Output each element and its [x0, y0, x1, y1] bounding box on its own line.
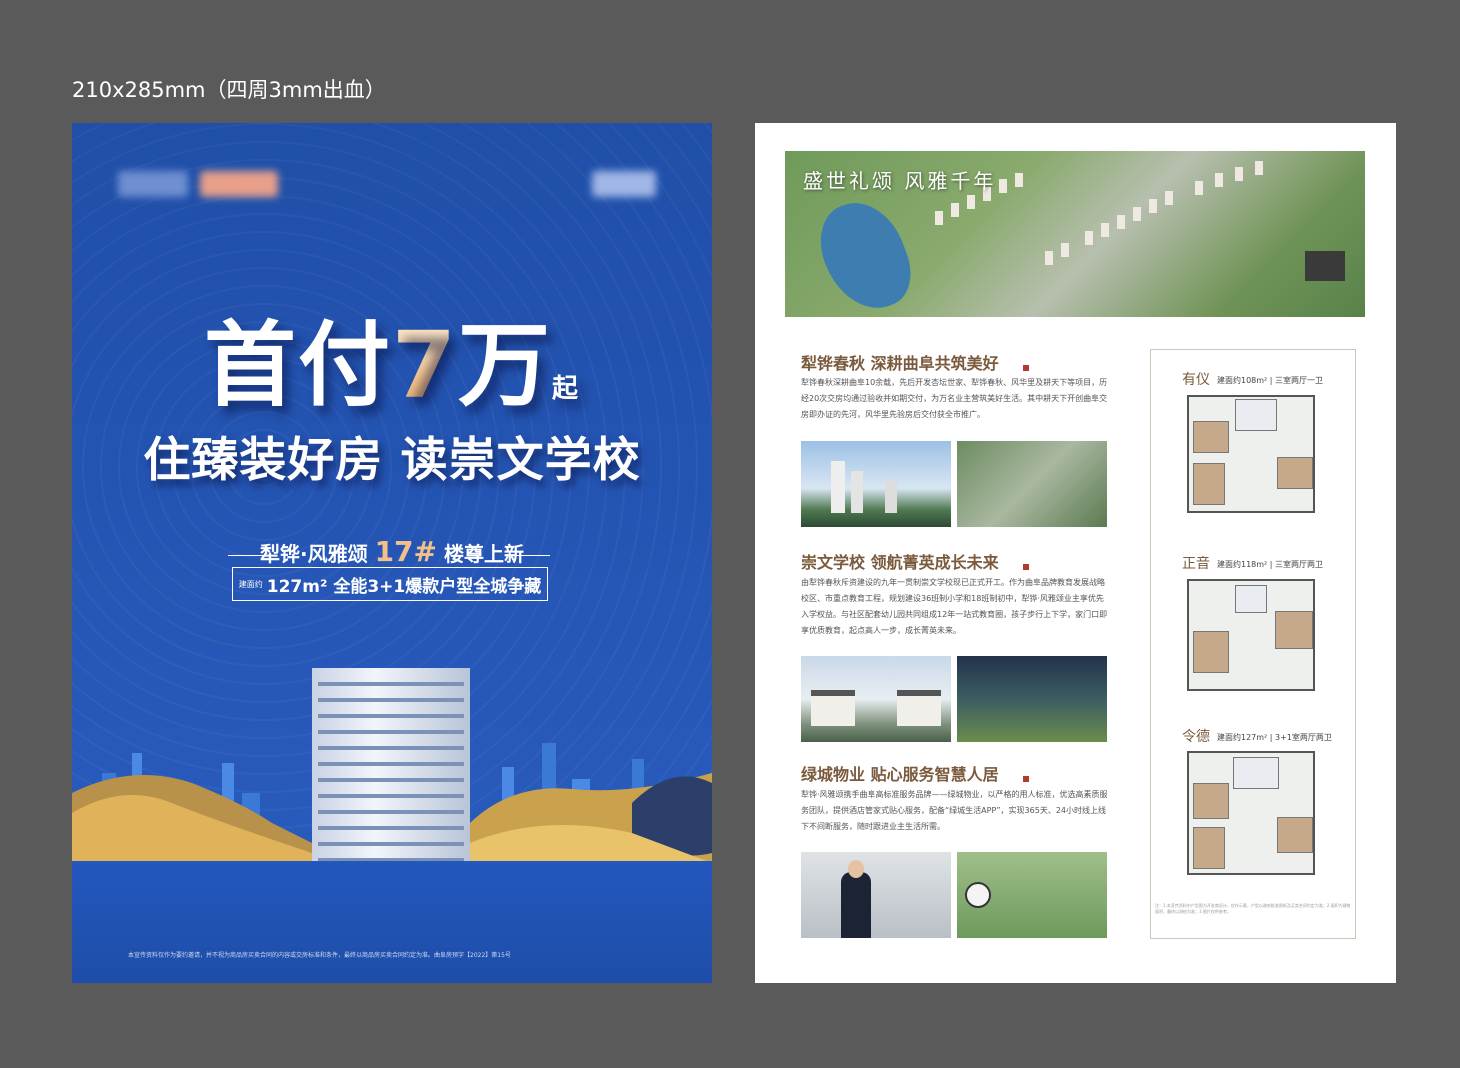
floorplan-spec-2: 建面约118m² | 三室两厅两卫 [1217, 560, 1324, 569]
floorplan-name-3: 令德 [1182, 729, 1210, 745]
photo-security-guard [801, 852, 951, 938]
tagline: 住臻装好房 读崇文学校 [143, 433, 641, 488]
photo-community-aerial [957, 441, 1107, 527]
section-body-developer: 犁铧春秋深耕曲阜10余载，先后开发杏坛世家、犁铧春秋、风华里及耕天下等项目，历经… [801, 378, 1108, 419]
floorplan-drawing-1 [1187, 395, 1315, 513]
area-tag: 建面约 [238, 579, 263, 589]
sub-headline-part2: 楼尊上新 [443, 542, 524, 566]
headline-number: 7 [391, 312, 458, 419]
seal-mark [1023, 768, 1057, 782]
section-body-property: 犁铧·风雅颂携手曲阜高标准服务品牌——绿城物业，以严格的用人标准，优选高素质服务… [801, 790, 1108, 831]
seal-mark [1023, 556, 1057, 570]
headline-main: 首付7万起 [72, 291, 712, 424]
section-title-school: 崇文学校 领航菁英成长未来 [801, 553, 999, 572]
sub-headline-building: 17# [374, 535, 438, 568]
floorplan-name-1: 有仪 [1182, 372, 1210, 388]
headline-unit: 万 [458, 312, 553, 419]
photo-security-camera [957, 852, 1107, 938]
golden-mountains-illustration [72, 773, 712, 863]
unit-promo-text: 127m² 全能3+1爆款户型全城争藏 [266, 576, 542, 597]
unit-promo-box: 建面约 127m² 全能3+1爆款户型全城争藏 [232, 567, 548, 601]
floorplan-footnote: 注：1.本宣传资料中户型图为开发商设计，仅作示意，户型以政府批准图纸及买卖合同约… [1155, 903, 1351, 914]
partner-logo [200, 171, 278, 197]
photo-school-aerial-night [957, 656, 1107, 742]
floorplan-drawing-2 [1187, 579, 1315, 691]
floorplan-drawing-3 [1187, 751, 1315, 875]
spec-label: 210x285mm（四周3mm出血） [72, 78, 386, 102]
section-title-property: 绿城物业 贴心服务智慧人居 [801, 765, 999, 784]
base-band [72, 861, 712, 983]
floorplan-spec-1: 建面约108m² | 三室两厅一卫 [1217, 376, 1324, 385]
aerial-banner-image: 盛世礼颂 风雅千年 [785, 151, 1365, 317]
flyer-back: 盛世礼颂 风雅千年 犁铧春秋 深耕曲阜共筑美好 犁铧春秋深耕曲阜10余载，先后开… [755, 123, 1396, 983]
section-title-developer: 犁铧春秋 深耕曲阜共筑美好 [801, 354, 999, 373]
photo-residential-towers [801, 441, 951, 527]
flyer-front: 首付7万起 住臻装好房 读崇文学校 犁铧·风雅颂 17# 楼尊上新 建面约 12… [72, 123, 712, 983]
photo-school-campus [801, 656, 951, 742]
banner-title: 盛世礼颂 风雅千年 [803, 169, 997, 193]
legal-disclaimer: 本宣传资料仅作为要约邀请，并不视为商品房买卖合同的内容或交房标准和条件，最终以商… [128, 952, 511, 959]
developer-logo [118, 171, 188, 197]
sub-headline: 犁铧·风雅颂 17# 楼尊上新 [222, 535, 562, 568]
floorplan-name-2: 正音 [1182, 556, 1210, 572]
seal-mark [1023, 357, 1057, 371]
section-body-school: 由犁铧春秋斥资建设的九年一贯制崇文学校现已正式开工。作为曲阜品牌教育发展战略校区… [801, 578, 1108, 635]
headline-suffix: 起 [552, 374, 581, 404]
floorplan-spec-3: 建面约127m² | 3+1室两厅两卫 [1217, 733, 1332, 742]
headline-prefix: 首付 [203, 312, 392, 419]
project-logo [592, 171, 656, 197]
sub-headline-part1: 犁铧·风雅颂 [260, 542, 368, 566]
